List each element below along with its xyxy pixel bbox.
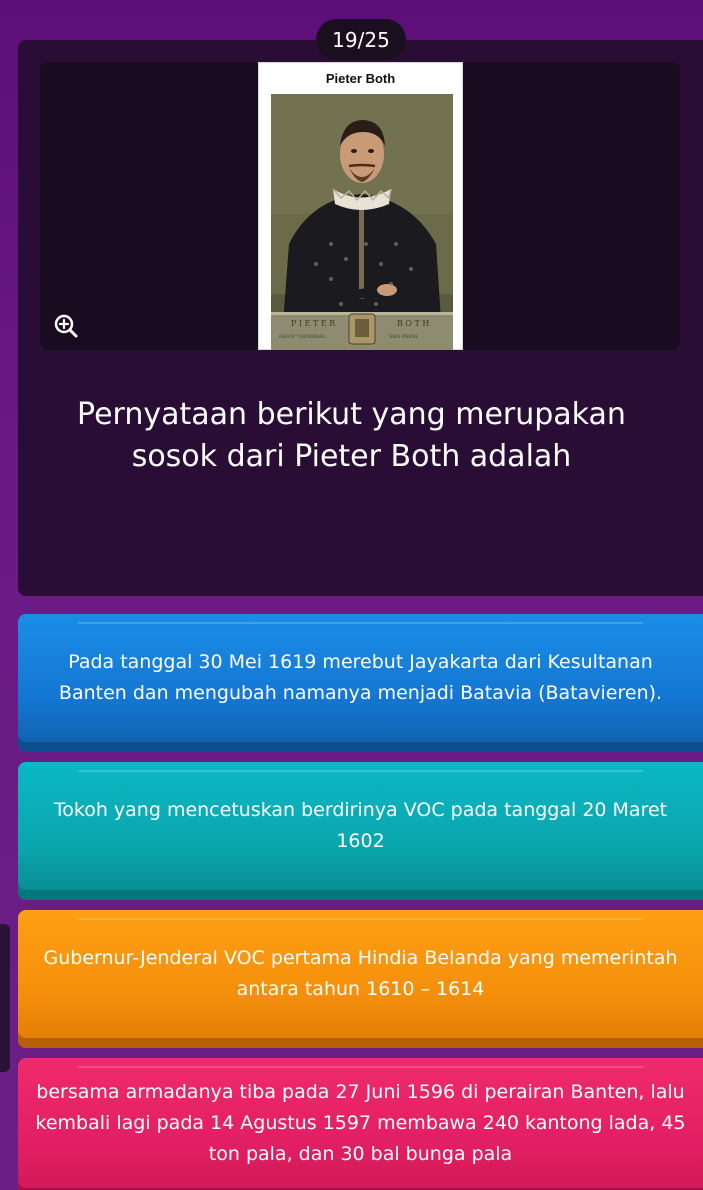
question-media: Pieter Both P I E T E R B O T H GOUV^GEN…	[40, 62, 680, 350]
answer-option-2-text: Tokoh yang mencetuskan berdirinya VOC pa…	[53, 799, 668, 852]
question-card: Pieter Both P I E T E R B O T H GOUV^GEN…	[18, 40, 703, 596]
zoom-button[interactable]	[51, 311, 81, 341]
svg-text:B O T H: B O T H	[397, 319, 429, 328]
answer-option-3-text: Gubernur-Jenderal VOC pertama Hindia Bel…	[43, 947, 678, 1000]
answer-option-3[interactable]: Gubernur-Jenderal VOC pertama Hindia Bel…	[18, 910, 703, 1048]
option-sheen	[78, 1066, 643, 1068]
answer-option-1-text: Pada tanggal 30 Mei 1619 merebut Jayakar…	[58, 651, 663, 704]
question-counter-label: 19/25	[332, 27, 390, 52]
answer-option-4-text: bersama armadanya tiba pada 27 Juni 1596…	[35, 1080, 686, 1165]
answer-option-4[interactable]: bersama armadanya tiba pada 27 Juni 1596…	[18, 1058, 703, 1190]
answer-option-1[interactable]: Pada tanggal 30 Mei 1619 merebut Jayakar…	[18, 614, 703, 752]
option-sheen	[78, 918, 643, 920]
question-text: Pernyataan berikut yang merupakan sosok …	[77, 397, 626, 474]
portrait-painting: P I E T E R B O T H GOUV^GENERAL VAN IND…	[271, 94, 453, 350]
svg-text:P I E T E R: P I E T E R	[291, 319, 336, 328]
portrait-caption: Pieter Both	[325, 71, 396, 86]
svg-text:GOUV^GENERAL: GOUV^GENERAL	[279, 333, 326, 340]
answer-option-2[interactable]: Tokoh yang mencetuskan berdirinya VOC pa…	[18, 762, 703, 900]
option-sheen	[78, 770, 643, 772]
question-counter: 19/25	[316, 19, 406, 60]
side-panel-edge	[0, 924, 10, 1072]
portrait-image[interactable]: Pieter Both P I E T E R B O T H GOUV^GEN…	[258, 62, 463, 350]
svg-text:VAN INDIA: VAN INDIA	[388, 334, 418, 340]
zoom-in-icon	[54, 314, 78, 338]
option-sheen	[78, 622, 643, 624]
